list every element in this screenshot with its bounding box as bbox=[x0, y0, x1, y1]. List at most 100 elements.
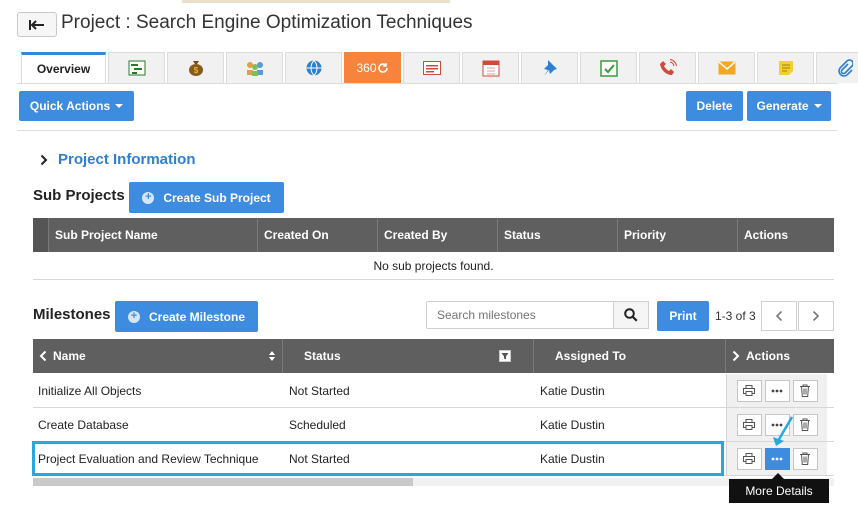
back-button[interactable] bbox=[17, 12, 57, 37]
project-information-label: Project Information bbox=[58, 151, 196, 168]
name-column-label: Name bbox=[53, 349, 86, 363]
tab-tasks[interactable] bbox=[580, 52, 637, 83]
tab-pin[interactable] bbox=[521, 52, 578, 83]
column-header[interactable]: Created On bbox=[258, 218, 378, 252]
more-details-tooltip: More Details bbox=[729, 479, 829, 503]
table-row[interactable]: Create Database Scheduled Katie Dustin bbox=[33, 408, 834, 442]
callout-arrow-icon bbox=[773, 416, 794, 446]
milestone-name[interactable]: Initialize All Objects bbox=[38, 384, 141, 398]
chevron-right-icon bbox=[812, 310, 820, 322]
toolbar-divider bbox=[17, 130, 837, 131]
name-column-header[interactable]: Name bbox=[33, 339, 283, 373]
sticky-note-icon bbox=[778, 61, 793, 75]
status-column-header[interactable]: Status bbox=[283, 339, 534, 373]
checklist-icon bbox=[599, 60, 618, 77]
column-header[interactable]: Created By bbox=[378, 218, 498, 252]
filter-icon[interactable] bbox=[499, 350, 511, 362]
actions-column-header: Actions bbox=[726, 339, 834, 373]
assigned-to-column-label: Assigned To bbox=[555, 349, 627, 363]
sub-projects-title: Sub Projects bbox=[33, 187, 125, 204]
next-page-button[interactable] bbox=[798, 301, 834, 331]
more-details-button[interactable] bbox=[764, 447, 790, 470]
caret-down-icon bbox=[115, 104, 124, 108]
create-sub-project-label: Create Sub Project bbox=[163, 190, 271, 205]
generate-label: Generate bbox=[756, 99, 809, 113]
tab-calls[interactable] bbox=[639, 52, 696, 83]
plus-circle-icon: + bbox=[142, 191, 155, 204]
column-header[interactable]: Sub Project Name bbox=[49, 218, 258, 252]
trash-icon bbox=[800, 384, 810, 397]
more-details-button[interactable] bbox=[764, 379, 790, 402]
pin-icon bbox=[543, 60, 557, 76]
create-milestone-button[interactable]: + Create Milestone bbox=[115, 301, 258, 332]
horizontal-scrollbar-thumb[interactable] bbox=[33, 478, 413, 486]
team-icon bbox=[246, 62, 263, 76]
print-row-button[interactable] bbox=[736, 379, 762, 402]
trash-icon bbox=[800, 418, 810, 431]
delete-button[interactable]: Delete bbox=[686, 91, 743, 121]
previous-page-button[interactable] bbox=[761, 301, 797, 331]
tab-overview[interactable]: Overview bbox=[21, 52, 106, 83]
list-icon bbox=[422, 61, 441, 75]
title-decoration bbox=[182, 0, 450, 3]
delete-row-button[interactable] bbox=[792, 447, 818, 470]
printer-icon bbox=[743, 419, 755, 430]
page-title: Project : Search Engine Optimization Tec… bbox=[61, 12, 473, 33]
search-button[interactable] bbox=[613, 301, 649, 329]
tab-360[interactable]: 360 bbox=[344, 52, 401, 83]
tab-calendar[interactable] bbox=[462, 52, 519, 83]
tab-attachments[interactable] bbox=[816, 52, 858, 83]
chevron-left-icon bbox=[39, 350, 47, 362]
tab-email[interactable] bbox=[698, 52, 755, 83]
tab-web[interactable] bbox=[285, 52, 342, 83]
tab-gantt[interactable] bbox=[108, 52, 165, 83]
milestone-assignee: Katie Dustin bbox=[540, 383, 605, 398]
paperclip-icon bbox=[837, 59, 853, 77]
globe-icon bbox=[306, 60, 321, 76]
phone-icon bbox=[659, 59, 677, 75]
chevron-right-icon bbox=[40, 154, 48, 165]
project-information-toggle[interactable]: Project Information bbox=[40, 151, 196, 168]
refresh-icon bbox=[377, 63, 388, 73]
milestone-status: Scheduled bbox=[289, 417, 346, 432]
print-row-button[interactable] bbox=[736, 413, 762, 436]
svg-text:$: $ bbox=[193, 66, 198, 75]
assigned-to-column-header[interactable]: Assigned To bbox=[534, 339, 726, 373]
create-sub-project-button[interactable]: + Create Sub Project bbox=[129, 182, 284, 213]
column-header: Actions bbox=[744, 228, 789, 242]
tab-team[interactable] bbox=[226, 52, 283, 83]
column-header[interactable]: Status bbox=[498, 218, 618, 252]
chevron-left-icon bbox=[775, 310, 783, 322]
delete-row-button[interactable] bbox=[792, 379, 818, 402]
delete-row-button[interactable] bbox=[792, 413, 818, 436]
tab-bar: Overview $ 360 bbox=[21, 52, 858, 83]
milestone-name[interactable]: Create Database bbox=[38, 418, 129, 432]
status-column-label: Status bbox=[304, 349, 341, 363]
printer-icon bbox=[743, 385, 755, 396]
print-row-button[interactable] bbox=[736, 447, 762, 470]
table-row[interactable]: Initialize All Objects Not Started Katie… bbox=[33, 374, 834, 408]
tab-list[interactable] bbox=[403, 52, 460, 83]
sort-icon[interactable] bbox=[268, 350, 276, 362]
tab-divider bbox=[17, 83, 837, 84]
ellipsis-icon bbox=[771, 389, 783, 392]
plus-circle-icon: + bbox=[127, 310, 140, 323]
trash-icon bbox=[800, 452, 810, 465]
back-arrow-icon bbox=[29, 19, 44, 30]
pagination-count: 1-3 of 3 bbox=[715, 309, 756, 323]
header-spacer bbox=[33, 218, 49, 252]
create-milestone-label: Create Milestone bbox=[148, 309, 246, 324]
calendar-icon bbox=[482, 60, 499, 77]
column-header[interactable]: Priority bbox=[618, 218, 738, 252]
gantt-chart-icon bbox=[128, 60, 145, 76]
print-button[interactable]: Print bbox=[657, 301, 709, 331]
quick-actions-button[interactable]: Quick Actions bbox=[19, 91, 134, 121]
generate-button[interactable]: Generate bbox=[747, 91, 831, 121]
sub-projects-header: Sub Project Name Created On Created By S… bbox=[33, 218, 834, 252]
search-milestones-input[interactable] bbox=[426, 301, 614, 329]
milestones-header: Name Status Assigned To Actions bbox=[33, 339, 834, 373]
chevron-right-icon bbox=[732, 350, 740, 362]
tab-notes[interactable] bbox=[757, 52, 814, 83]
milestone-status: Not Started bbox=[289, 383, 350, 398]
tab-budget[interactable]: $ bbox=[167, 52, 224, 83]
